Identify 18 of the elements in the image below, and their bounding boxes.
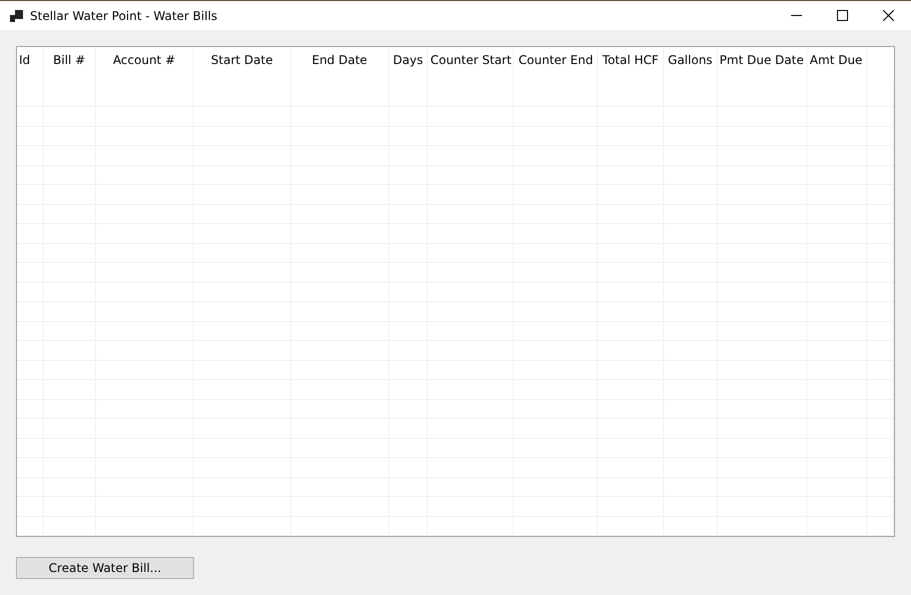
column-header[interactable]: Account #: [112, 53, 176, 67]
minimize-icon: [790, 15, 802, 16]
column-header[interactable]: Pmt Due Date: [720, 53, 804, 67]
column-header[interactable]: Id: [19, 53, 30, 67]
column-header[interactable]: Total HCF: [602, 53, 659, 67]
column-header[interactable]: Bill #: [53, 53, 86, 67]
column-header[interactable]: Days: [393, 53, 423, 67]
column-header[interactable]: End Date: [312, 53, 368, 67]
column-header[interactable]: Counter Start: [430, 53, 512, 67]
column-header[interactable]: Counter End: [518, 53, 594, 67]
app-icon: [10, 10, 24, 22]
column-header[interactable]: Start Date: [211, 53, 273, 67]
window-title: Stellar Water Point - Water Bills: [30, 8, 218, 24]
column-header[interactable]: Gallons: [668, 53, 712, 67]
create-bill-button[interactable]: Create Water Bill...: [16, 557, 194, 579]
maximize-icon: [836, 10, 848, 21]
column-header[interactable]: Amt Due: [810, 53, 862, 67]
close-icon: [882, 10, 894, 21]
